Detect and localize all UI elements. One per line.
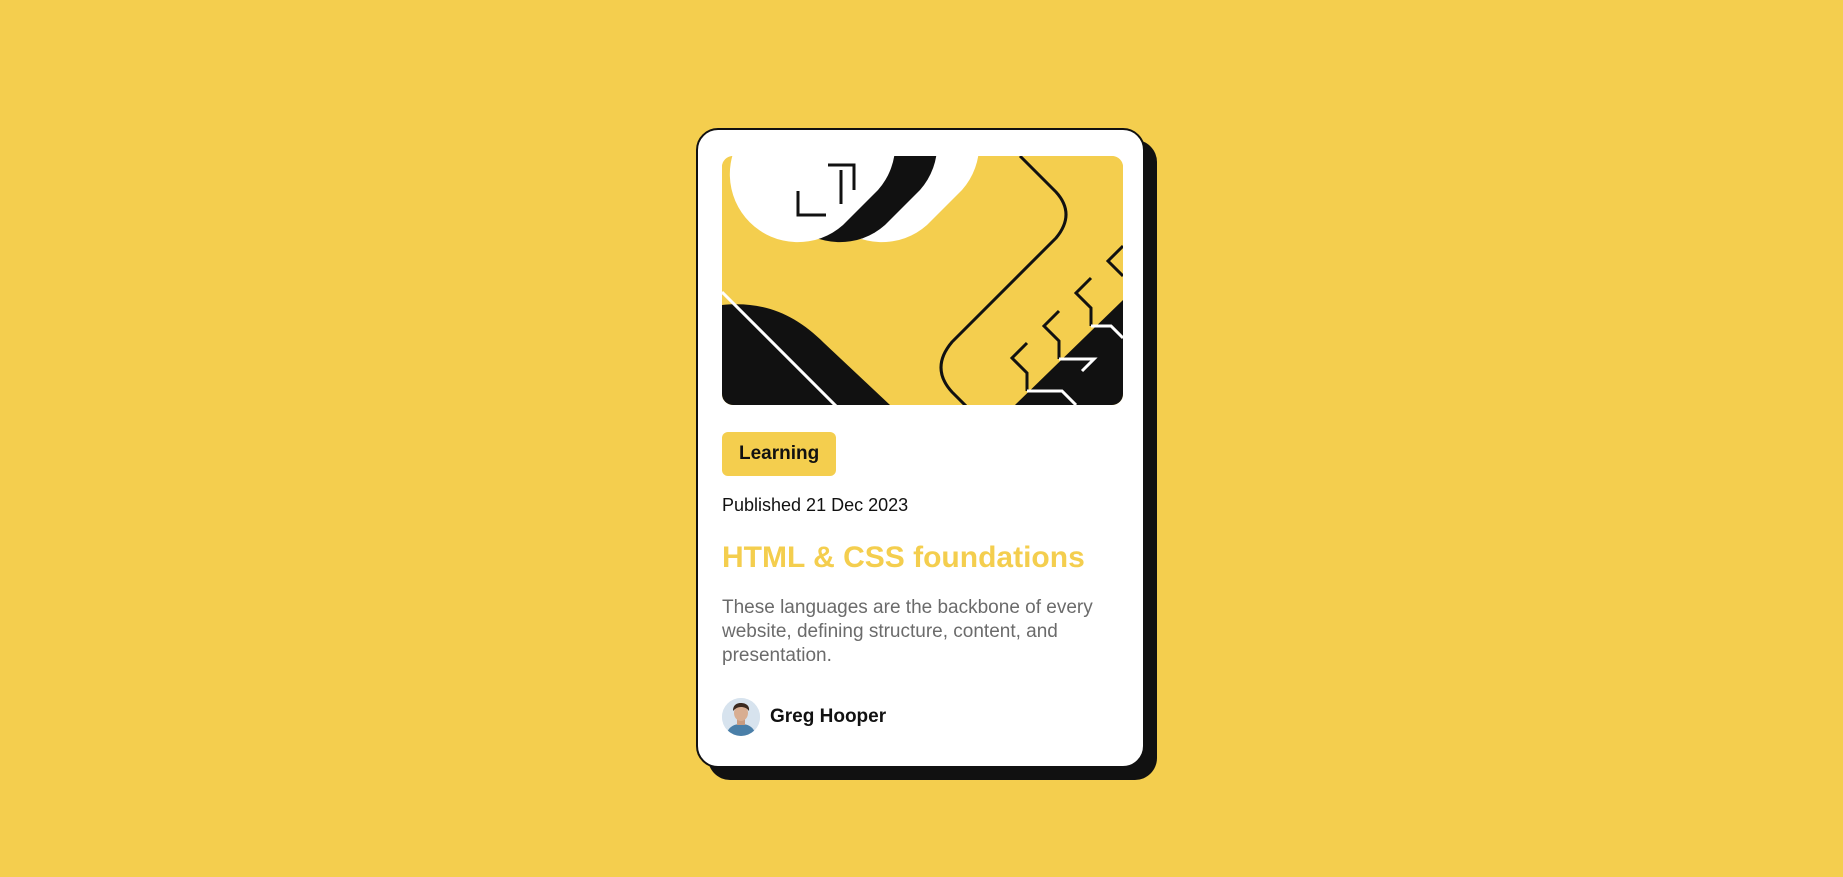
card-title[interactable]: HTML & CSS foundations (722, 541, 1085, 575)
abstract-geometric-illustration (722, 156, 1123, 405)
card-illustration (722, 156, 1123, 405)
author-name[interactable]: Greg Hooper (770, 706, 886, 728)
card-description: These languages are the backbone of ever… (722, 597, 1093, 666)
avatar (722, 698, 760, 736)
blog-preview-card: Learning Published 21 Dec 2023 HTML & CS… (696, 128, 1145, 768)
category-tag: Learning (722, 432, 837, 476)
author: Greg Hooper (722, 697, 886, 737)
avatar-photo (722, 698, 760, 736)
published-date: Published 21 Dec 2023 (722, 495, 909, 515)
